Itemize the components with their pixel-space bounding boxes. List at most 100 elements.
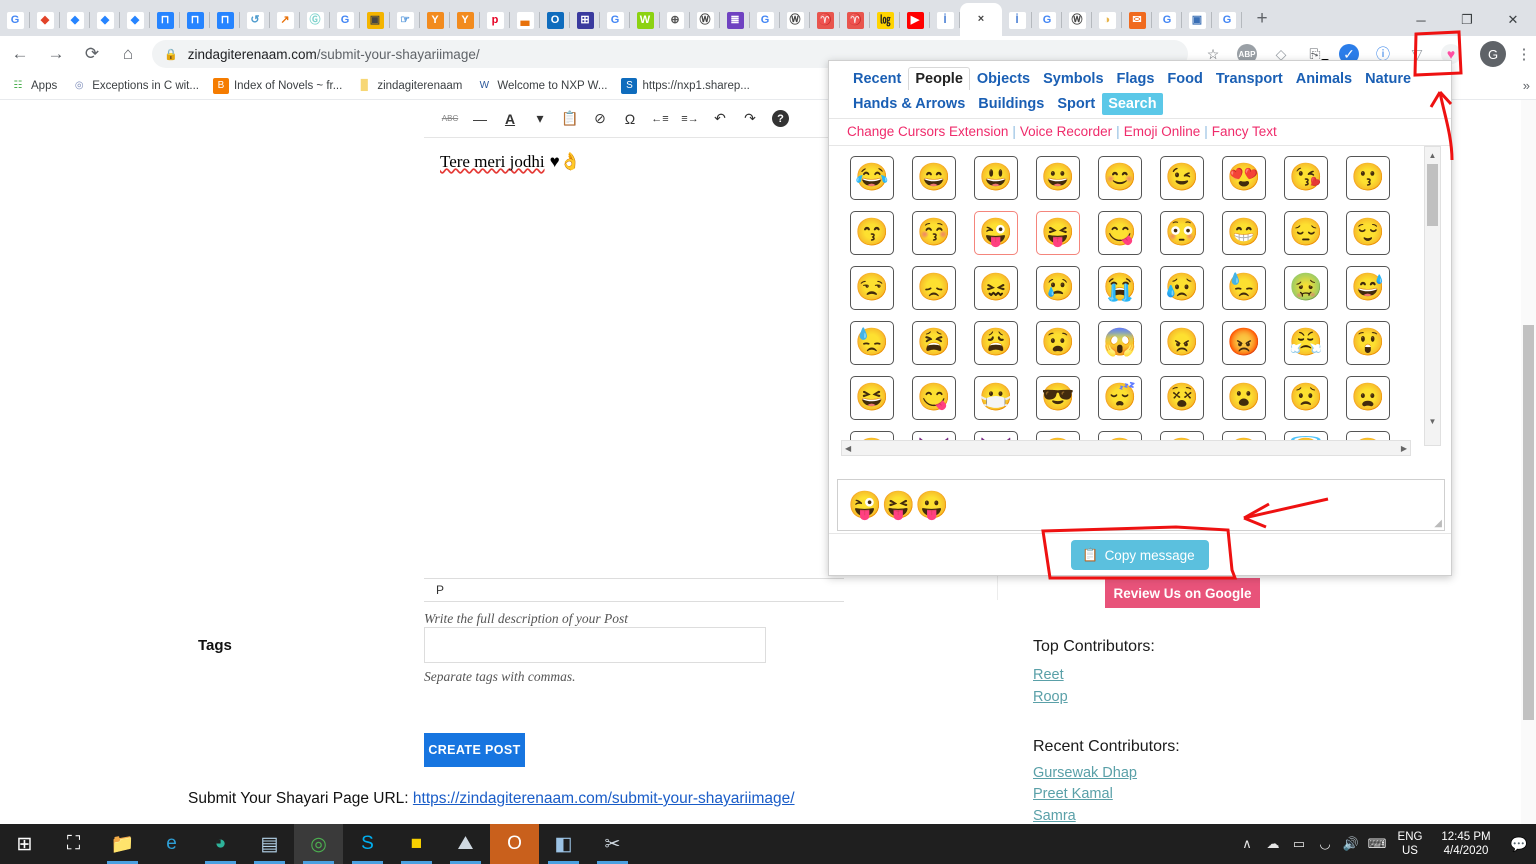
- emoji-glyph[interactable]: 😀: [1036, 155, 1080, 200]
- emoji-cell[interactable]: 😝: [1027, 205, 1089, 260]
- copy-message-button[interactable]: 📋 Copy message: [1071, 540, 1209, 570]
- emoji-glyph[interactable]: 😥: [1160, 265, 1204, 310]
- emoji-glyph[interactable]: 😤: [1284, 320, 1328, 365]
- task-view-button[interactable]: ⛶: [49, 824, 98, 864]
- tab-jira-2[interactable]: ◆: [90, 4, 120, 36]
- tab-google-1[interactable]: G: [0, 4, 30, 36]
- tab-google-5[interactable]: G: [1032, 4, 1062, 36]
- emoji-cell[interactable]: 😆: [841, 370, 903, 425]
- strikethrough-icon[interactable]: ABC: [436, 105, 464, 133]
- tab-planet-1[interactable]: ♈: [810, 4, 840, 36]
- emoji-glyph[interactable]: 😷: [974, 375, 1018, 420]
- taskbar-outlook[interactable]: O: [490, 824, 539, 864]
- emoji-cell[interactable]: 😍: [1213, 150, 1275, 205]
- emoji-cell[interactable]: 😓: [1213, 260, 1275, 315]
- emoji-cell[interactable]: 😫: [903, 315, 965, 370]
- outdent-icon[interactable]: ←≡: [646, 105, 674, 133]
- emoji-cell[interactable]: 😃: [965, 150, 1027, 205]
- reload-icon[interactable]: ⟳: [76, 38, 108, 70]
- tray-keyboard-icon[interactable]: ⌨: [1364, 824, 1390, 864]
- emoji-category-food[interactable]: Food: [1161, 68, 1208, 90]
- emoji-glyph[interactable]: 😆: [850, 375, 894, 420]
- tray-show-hidden-icons[interactable]: ∧: [1234, 824, 1260, 864]
- promo-link-fancy-text[interactable]: Fancy Text: [1212, 124, 1277, 139]
- recent-contributor-link[interactable]: Gursewak Dhap: [1033, 765, 1137, 781]
- emoji-glyph[interactable]: 😉: [1160, 155, 1204, 200]
- emoji-cell[interactable]: 😡: [1213, 315, 1275, 370]
- tray-volume-icon[interactable]: 🔊: [1338, 824, 1364, 864]
- emoji-cell[interactable]: 😱: [1089, 315, 1151, 370]
- tab-wordpress-2[interactable]: Ⓦ: [780, 4, 810, 36]
- tab-list[interactable]: ≣: [720, 4, 750, 36]
- emoji-grid-vertical-scrollbar[interactable]: ▲ ▼: [1424, 146, 1441, 446]
- emoji-cell[interactable]: 😋: [1089, 205, 1151, 260]
- indent-icon[interactable]: ≡→: [676, 105, 704, 133]
- emoji-glyph[interactable]: 😊: [1098, 155, 1142, 200]
- emoji-cell[interactable]: 😒: [841, 260, 903, 315]
- emoji-cell[interactable]: 😤: [1275, 315, 1337, 370]
- recent-contributor-link[interactable]: Preet Kamal: [1033, 786, 1113, 802]
- emoji-cell[interactable]: 😎: [1027, 370, 1089, 425]
- emoji-glyph[interactable]: 😞: [912, 265, 956, 310]
- promo-link-emoji-online[interactable]: Emoji Online: [1124, 124, 1201, 139]
- emoji-category-buildings[interactable]: Buildings: [972, 93, 1050, 115]
- emoji-glyph[interactable]: 😓: [850, 320, 894, 365]
- tab-screenshot[interactable]: ▣: [1182, 4, 1212, 36]
- emoji-cell[interactable]: 😮: [1213, 370, 1275, 425]
- emoji-cell[interactable]: 😭: [1089, 260, 1151, 315]
- emoji-cell[interactable]: 😔: [1275, 205, 1337, 260]
- tab-globe[interactable]: ⊕: [660, 4, 690, 36]
- emoji-glyph[interactable]: 😩: [974, 320, 1018, 365]
- tray-onedrive-icon[interactable]: ☁: [1260, 824, 1286, 864]
- emoji-cell[interactable]: 😖: [965, 260, 1027, 315]
- emoji-glyph[interactable]: 😴: [1098, 375, 1142, 420]
- emoji-cell[interactable]: 😗: [1337, 150, 1399, 205]
- scroll-up-icon[interactable]: ▲: [1425, 147, 1440, 163]
- top-contributor-link[interactable]: Reet: [1033, 667, 1064, 683]
- emoji-cell[interactable]: 😞: [903, 260, 965, 315]
- recent-contributor-link[interactable]: Samra: [1033, 808, 1076, 824]
- tray-wifi-icon[interactable]: ◡: [1312, 824, 1338, 864]
- emoji-cell[interactable]: 😀: [1027, 150, 1089, 205]
- tab-godaddy[interactable]: Ⓖ: [300, 4, 330, 36]
- emoji-category-transport[interactable]: Transport: [1210, 68, 1289, 90]
- emoji-glyph[interactable]: 😖: [974, 265, 1018, 310]
- notifications-icon[interactable]: 💬: [1502, 824, 1536, 864]
- emoji-cell[interactable]: 😚: [903, 205, 965, 260]
- help-icon[interactable]: ?: [772, 110, 789, 127]
- tab-jira-3[interactable]: ◆: [120, 4, 150, 36]
- emoji-category-animals[interactable]: Animals: [1290, 68, 1358, 90]
- emoji-cell[interactable]: 😊: [1089, 150, 1151, 205]
- scroll-left-icon[interactable]: ◀: [845, 444, 851, 453]
- taskbar-snipping-tool[interactable]: ✂: [588, 824, 637, 864]
- tab-google-6[interactable]: G: [1152, 4, 1182, 36]
- emoji-glyph[interactable]: 😔: [1284, 210, 1328, 255]
- tab-avatar-1[interactable]: ◑: [1092, 4, 1122, 36]
- emoji-glyph[interactable]: 😗: [1346, 155, 1390, 200]
- special-character-icon[interactable]: Ω: [616, 105, 644, 133]
- taskbar-file-explorer[interactable]: 📁: [98, 824, 147, 864]
- tab-gitlab[interactable]: ◆: [30, 4, 60, 36]
- page-scrollbar[interactable]: [1521, 100, 1536, 824]
- emoji-grid-horizontal-scrollbar[interactable]: ◀ ▶: [841, 440, 1411, 456]
- editor-content-area[interactable]: Tere meri jodhi ♥👌: [424, 138, 844, 578]
- emoji-cell[interactable]: 😂: [841, 150, 903, 205]
- emoji-category-people[interactable]: People: [908, 67, 970, 90]
- chrome-menu-icon[interactable]: ⋮: [1512, 40, 1536, 68]
- emoji-cell[interactable]: 😌: [1337, 205, 1399, 260]
- tab-zindagi-1[interactable]: İ: [930, 4, 960, 36]
- tab-outlook[interactable]: O: [540, 4, 570, 36]
- tab-wix[interactable]: W: [630, 4, 660, 36]
- back-icon[interactable]: ←: [4, 38, 36, 70]
- promo-link-voice-recorder[interactable]: Voice Recorder: [1020, 124, 1112, 139]
- tab-jira-1[interactable]: ◆: [60, 4, 90, 36]
- bookmark-welcome-nxp[interactable]: W Welcome to NXP W...: [476, 78, 608, 94]
- emoji-category-objects[interactable]: Objects: [971, 68, 1036, 90]
- emoji-glyph[interactable]: 😜: [974, 210, 1018, 255]
- tab-yahoo-1[interactable]: Y: [420, 4, 450, 36]
- scroll-right-icon[interactable]: ▶: [1401, 444, 1407, 453]
- emoji-cell[interactable]: 😟: [1275, 370, 1337, 425]
- emoji-cell[interactable]: 😋: [903, 370, 965, 425]
- taskbar-word-document[interactable]: ▤: [245, 824, 294, 864]
- submit-page-url-link[interactable]: https://zindagiterenaam.com/submit-your-…: [413, 790, 795, 807]
